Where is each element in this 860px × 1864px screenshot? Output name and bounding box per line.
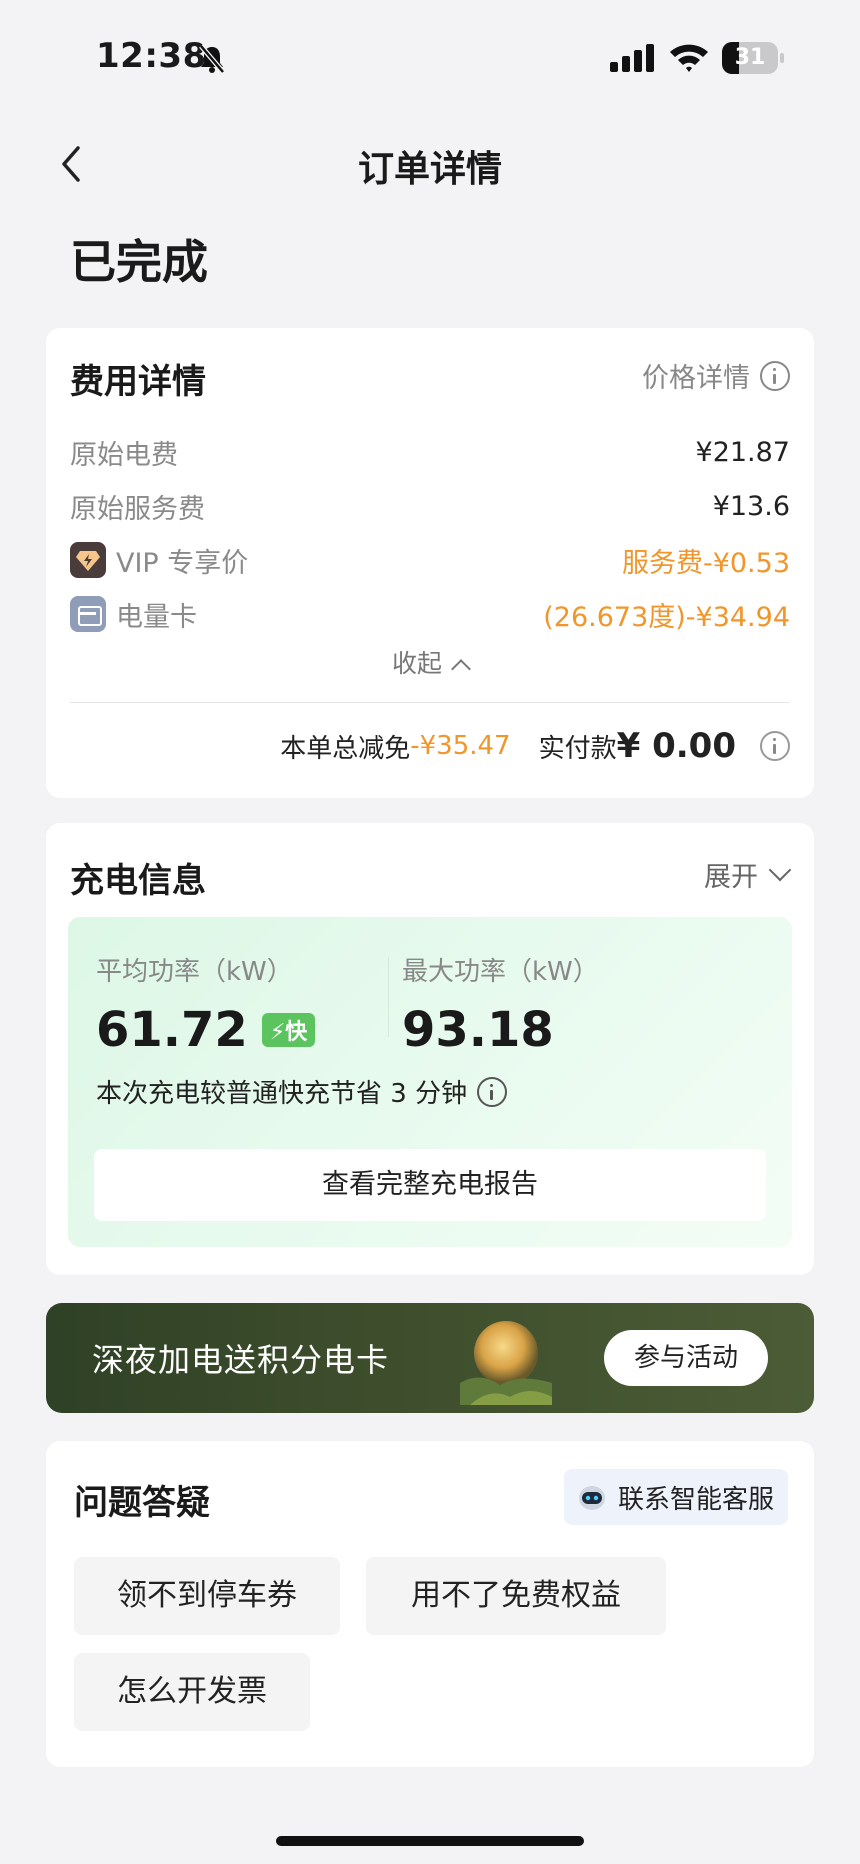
fee-row-vip: VIP 专享价 服务费-¥0.53 (70, 540, 790, 580)
charging-info-title: 充电信息 (70, 861, 206, 901)
charging-info-card: 充电信息 展开 平均功率（kW） 61.72 ⚡快 最大功率（kW） 93.18… (46, 823, 814, 1275)
avg-power-value: 61.72 (96, 1002, 248, 1058)
robot-icon (578, 1486, 605, 1510)
faq-title: 问题答疑 (74, 1483, 210, 1523)
fee-row-service: 原始服务费 ¥13.6 (70, 486, 790, 526)
info-icon (760, 360, 790, 391)
fee-value: ¥13.6 (712, 490, 790, 522)
faq-chip-free-benefits[interactable]: 用不了免费权益 (366, 1557, 666, 1635)
total-discount-label: 本单总减免 (280, 733, 411, 764)
status-bar: 12:38 31 (0, 0, 860, 110)
fee-label: 原始服务费 (70, 493, 205, 525)
fee-value: (26.673度)-¥34.94 (543, 601, 790, 633)
max-power-label: 最大功率（kW） (402, 957, 599, 987)
paid-amount: ¥ 0.00 (616, 726, 736, 766)
time-saved-label: 本次充电较普通快充节省 3 分钟 (96, 1079, 468, 1109)
avg-power-metric: 平均功率（kW） 61.72 ⚡快 (96, 951, 316, 1058)
promo-banner[interactable]: 深夜加电送积分电卡 参与活动 (46, 1303, 814, 1413)
divider (70, 702, 790, 703)
fee-label: VIP 专享价 (116, 547, 249, 579)
moon-illustration (460, 1321, 552, 1405)
vip-diamond-icon (70, 542, 106, 578)
fee-row-electricity: 原始电费 ¥21.87 (70, 432, 790, 472)
fee-label: 原始电费 (70, 439, 178, 471)
faq-chip-parking-coupon[interactable]: 领不到停车券 (74, 1557, 340, 1635)
contact-service-label: 联系智能客服 (617, 1484, 774, 1515)
collapse-button[interactable]: 收起 (46, 644, 814, 680)
cellular-signal-icon (610, 44, 654, 72)
faq-card: 问题答疑 联系智能客服 领不到停车券 用不了免费权益 怎么开发票 (46, 1441, 814, 1767)
price-detail-label: 价格详情 (642, 363, 750, 394)
chevron-up-icon (451, 659, 471, 679)
expand-button[interactable]: 展开 (704, 855, 792, 894)
fee-details-card: 费用详情 价格详情 原始电费 ¥21.87 原始服务费 ¥13.6 VIP 专享… (46, 328, 814, 798)
price-detail-link[interactable]: 价格详情 (642, 356, 790, 395)
collapse-label: 收起 (391, 649, 442, 678)
battery-percentage: 31 (734, 45, 766, 70)
fee-row-power-card: 电量卡 (26.673度)-¥34.94 (70, 594, 790, 634)
view-report-button[interactable]: 查看完整充电报告 (94, 1149, 766, 1221)
faq-chip-invoice[interactable]: 怎么开发票 (74, 1653, 310, 1731)
total-discount-value: -¥35.47 (410, 731, 511, 761)
contact-service-button[interactable]: 联系智能客服 (563, 1469, 788, 1525)
avg-power-label: 平均功率（kW） (96, 957, 293, 987)
nav-bar: 订单详情 (0, 130, 860, 200)
bell-muted-icon (199, 44, 225, 74)
order-status: 已完成 (70, 235, 208, 289)
chevron-down-icon (768, 858, 792, 881)
fee-details-title: 费用详情 (70, 362, 206, 402)
join-activity-button[interactable]: 参与活动 (604, 1330, 768, 1386)
total-row: 本单总减免 -¥35.47 实付款 ¥ 0.00 (280, 726, 790, 766)
fast-charge-badge: ⚡快 (261, 1013, 316, 1047)
charging-metrics-panel: 平均功率（kW） 61.72 ⚡快 最大功率（kW） 93.18 本次充电较普通… (68, 917, 792, 1247)
expand-label: 展开 (704, 862, 758, 893)
wifi-icon (670, 44, 708, 72)
status-time: 12:38 (96, 36, 207, 76)
banner-text: 深夜加电送积分电卡 (92, 1341, 390, 1379)
battery-icon: 31 (722, 42, 784, 74)
time-saved-text: 本次充电较普通快充节省 3 分钟 (96, 1073, 508, 1110)
info-icon[interactable] (477, 1076, 508, 1107)
max-power-metric: 最大功率（kW） 93.18 (402, 951, 599, 1058)
page-title: 订单详情 (357, 149, 502, 190)
fee-label: 电量卡 (116, 601, 197, 633)
divider (388, 957, 389, 1037)
fee-value: ¥21.87 (695, 436, 790, 468)
power-card-icon (70, 596, 106, 632)
max-power-value: 93.18 (402, 1002, 554, 1058)
home-indicator[interactable] (276, 1836, 584, 1846)
fee-value: 服务费-¥0.53 (621, 547, 790, 579)
info-icon[interactable] (760, 731, 790, 761)
paid-label: 实付款 (538, 733, 617, 764)
